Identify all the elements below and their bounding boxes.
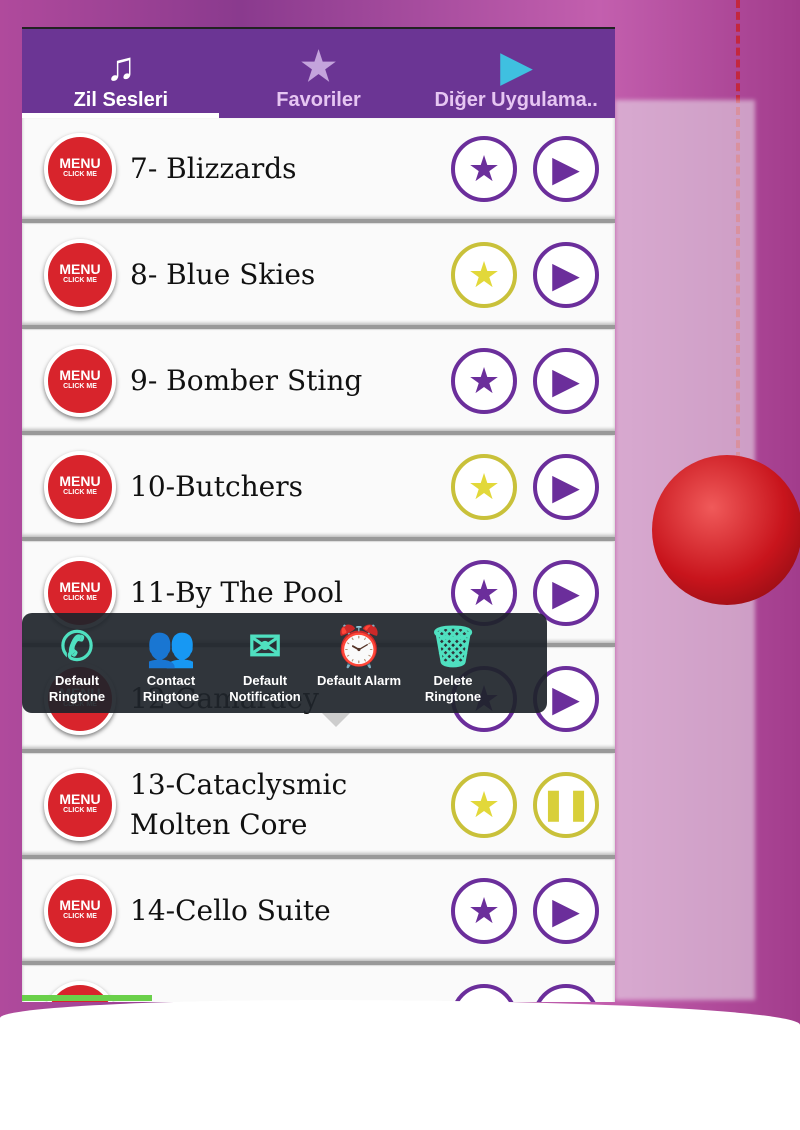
list-item[interactable]: MENU CLICK ME 9- Bomber Sting ★ ▶ [22,330,615,435]
ringtone-title: 9- Bomber Sting [130,363,363,397]
star-icon: ★ [467,783,501,825]
menu-text: MENU [59,472,101,489]
ringtone-title: 13-Cataclysmic Molten Core [130,767,348,841]
option-label: Default Notification [229,673,301,704]
popup-option-default-alarm[interactable]: ⏰ Default Alarm [312,621,406,713]
menu-text: MENU [59,366,101,383]
star-icon: ★ [467,253,501,295]
play-button[interactable]: ▶ [533,241,599,308]
menu-text: MENU [59,154,101,171]
menu-badge-button[interactable]: MENUCLICK ME [44,874,116,947]
play-store-icon: ▶ [500,45,532,89]
ringtone-title: 10-Butchers [130,469,303,503]
option-label: Delete Ringtone [424,673,482,704]
list-item[interactable]: MENU CLICK ME 8- Blue Skies ★ ▶ [22,224,615,329]
play-icon: ▶ [552,889,580,931]
snow-decoration [0,1000,800,1130]
list-item[interactable]: MENU CLICK ME 14-Cello Suite ★ ▶ [22,860,615,965]
phone-icon: ✆ [60,625,94,669]
alarm-clock-icon: ⏰ [334,625,384,669]
star-icon: ★ [467,571,501,613]
option-label: Default Alarm [316,673,402,688]
tab-label: Zil Sesleri [73,89,169,111]
star-icon: ★ [467,147,501,189]
tab-bar: ♫ Zil Sesleri ★ Favoriler ▶ Diğer Uygulama.… [22,27,615,118]
popup-option-delete-ringtone[interactable]: 🗑 Delete Ringtone [406,621,500,713]
click-me-text: CLICK ME [63,594,97,602]
popup-option-contact-ringtone[interactable]: 👥 Contact Ringtone [124,621,218,713]
click-me-text: CLICK ME [63,276,97,284]
contact-icon: 👥 [146,625,196,669]
play-button[interactable]: ▶ [533,347,599,414]
music-note-icon: ♫ [105,45,136,89]
menu-text: MENU [59,896,101,913]
christmas-ornament [652,455,800,605]
star-icon: ★ [467,889,501,931]
popup-option-default-notification[interactable]: ✉ Default Notification [218,621,312,713]
ringtone-title: 8- Blue Skies [130,257,316,291]
play-button[interactable]: ▶ [533,877,599,944]
ringtone-options-popup: ✆ Default Ringtone 👥 Contact Ringtone ✉ Defau… [22,613,547,727]
tab-zil-sesleri[interactable]: ♫ Zil Sesleri [22,29,220,118]
tab-label: Favoriler [276,89,361,111]
favorite-button[interactable]: ★ [451,983,517,1002]
ringtone-list[interactable]: MENU CLICK ME 7- Blizzards ★ ▶ MENU CLICK M… [22,118,615,1002]
pause-button[interactable]: ❚❚ [533,771,599,838]
star-icon: ★ [300,45,337,89]
ringtone-title: 11-By The Pool [130,575,343,609]
envelope-icon: ✉ [248,625,282,669]
option-label: Default Ringtone [48,673,106,704]
menu-text: MENU [59,578,101,595]
play-icon: ▶ [552,253,580,295]
tab-diger-uygulamalar[interactable]: ▶ Diğer Uygulama.. [417,29,615,118]
star-icon: ★ [467,359,501,401]
menu-badge-button[interactable]: MENUCLICK ME [44,450,116,523]
play-icon: ▶ [552,677,580,719]
list-item[interactable]: MENU CLICK ME 10-Butchers ★ ▶ [22,436,615,541]
option-label: Contact Ringtone [142,673,200,704]
progress-bar [22,995,152,1001]
play-icon: ▶ [552,465,580,507]
favorite-button[interactable]: ★ [451,877,517,944]
popup-option-default-ringtone[interactable]: ✆ Default Ringtone [30,621,124,713]
play-button[interactable]: ▶ [533,453,599,520]
star-icon: ★ [467,465,501,507]
tab-favoriler[interactable]: ★ Favoriler [220,29,418,118]
click-me-text: CLICK ME [63,806,97,814]
ringtone-title: 7- Blizzards [130,151,297,185]
pause-icon: ❚❚ [540,788,592,821]
favorite-button[interactable]: ★ [451,135,517,202]
trash-icon: 🗑 [427,625,479,669]
click-me-text: CLICK ME [63,488,97,496]
menu-badge-button[interactable]: MENUCLICK ME [44,238,116,311]
menu-text: MENU [59,260,101,277]
click-me-text: CLICK ME [63,382,97,390]
favorite-button[interactable]: ★ [451,241,517,308]
favorite-button[interactable]: ★ [451,347,517,414]
click-me-text: CLICK ME [63,170,97,178]
menu-badge-button[interactable]: MENUCLICK ME [44,132,116,205]
favorite-button[interactable]: ★ [451,453,517,520]
play-icon: ▶ [552,147,580,189]
list-item[interactable]: MENU CLICK ME 7- Blizzards ★ ▶ [22,118,615,223]
menu-badge-button[interactable]: MENUCLICK ME [44,768,116,841]
play-icon: ▶ [552,359,580,401]
menu-badge-button[interactable]: MENUCLICK ME [44,344,116,417]
tab-label: Diğer Uygulama.. [434,89,598,111]
play-button[interactable]: ▶ [533,983,599,1003]
list-item[interactable]: MENU CLICK ME 13-Cataclysmic Molten Core … [22,754,615,859]
play-icon: ▶ [552,996,580,1003]
popup-arrow [322,713,350,741]
play-icon: ▶ [552,571,580,613]
favorite-button[interactable]: ★ [451,771,517,838]
ringtone-title: 14-Cello Suite [130,893,331,927]
play-button[interactable]: ▶ [533,135,599,202]
menu-text: MENU [59,790,101,807]
click-me-text: CLICK ME [63,912,97,920]
app-screen: ♫ Zil Sesleri ★ Favoriler ▶ Diğer Uygulama.… [22,27,615,1002]
